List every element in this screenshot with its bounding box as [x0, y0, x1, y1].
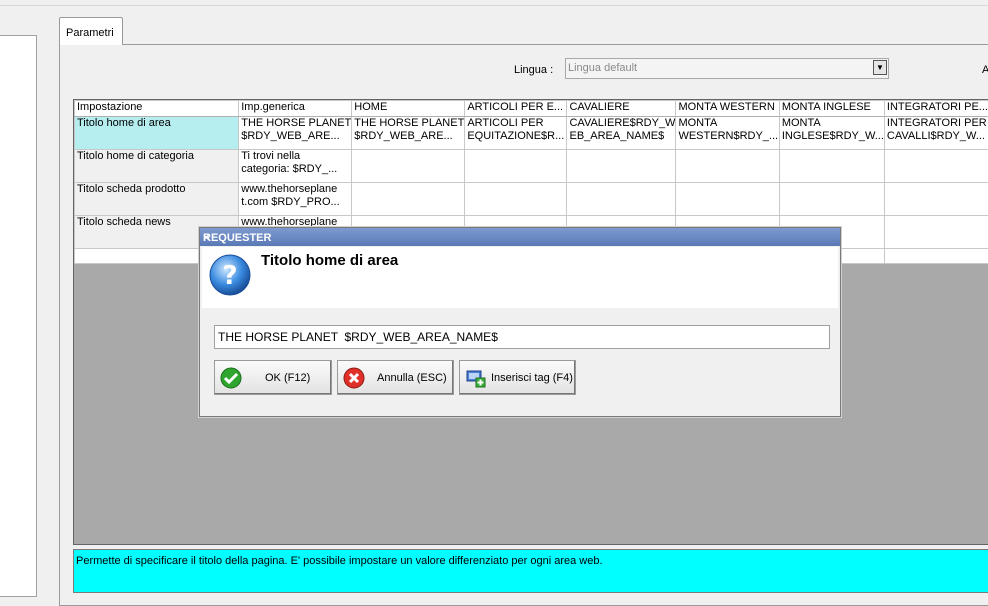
cell-line: www.thehorseplane	[241, 183, 351, 196]
table-cell[interactable]	[567, 183, 676, 216]
help-info-bar: Permette di specificare il titolo della …	[73, 549, 988, 593]
cell-line: ARTICOLI PER	[467, 117, 566, 130]
table-cell[interactable]	[352, 183, 465, 216]
column-header[interactable]: Impostazione	[75, 101, 239, 117]
column-header[interactable]: ARTICOLI PER E...	[465, 101, 567, 117]
insert-tag-button[interactable]: Inserisci tag (F4)	[459, 360, 576, 395]
cell-line: MONTA	[678, 117, 778, 130]
table-row[interactable]: Titolo home di categoriaTi trovi nellaca…	[75, 150, 988, 183]
table-cell[interactable]: MONTAWESTERN$RDY_...	[676, 117, 779, 150]
column-header[interactable]: MONTA INGLESE	[779, 101, 884, 117]
tab-label: Parametri	[66, 27, 114, 39]
table-cell[interactable]: THE HORSE PLANET $RDY_WEB_ARE...	[239, 117, 352, 150]
ok-button[interactable]: OK (F12)	[214, 360, 332, 395]
cell-line: categoria: $RDY_...	[241, 163, 351, 176]
cell-line: CAVALLI$RDY_W...	[887, 130, 988, 143]
table-cell[interactable]	[676, 183, 779, 216]
table-cell[interactable]	[779, 183, 884, 216]
insert-tag-label: Inserisci tag (F4)	[491, 372, 573, 384]
table-cell[interactable]	[884, 216, 988, 249]
column-header[interactable]: MONTA WESTERN	[676, 101, 779, 117]
row-label[interactable]: Titolo home di categoria	[75, 150, 239, 183]
table-cell[interactable]: INTEGRATORI PERCAVALLI$RDY_W...	[884, 117, 988, 150]
column-header[interactable]: CAVALIERE	[567, 101, 676, 117]
dialog-titlebar: REQUESTER ×	[200, 228, 840, 246]
row-label[interactable]: Titolo scheda prodotto	[75, 183, 239, 216]
table-cell[interactable]: CAVALIERE$RDY_WEB_AREA_NAME$	[567, 117, 676, 150]
cancel-label: Annulla (ESC)	[377, 372, 447, 384]
requester-dialog: REQUESTER × ? Titolo home di area THE HO…	[199, 227, 841, 417]
svg-text:?: ?	[222, 261, 237, 291]
cell-line: CAVALIERE$RDY_W	[569, 117, 675, 130]
cut-label: A	[982, 64, 988, 76]
table-cell[interactable]	[465, 150, 567, 183]
table-cell[interactable]	[352, 150, 465, 183]
table-cell[interactable]	[465, 183, 567, 216]
column-header[interactable]: HOME	[352, 101, 465, 117]
dialog-heading: Titolo home di area	[261, 252, 398, 269]
table-cell[interactable]	[779, 150, 884, 183]
cell-line: MONTA	[782, 117, 884, 130]
cell-line: Ti trovi nella	[241, 150, 351, 163]
lingua-select[interactable]: Lingua default ▼	[565, 58, 889, 79]
table-cell[interactable]: www.thehorseplanet.com $RDY_PRO...	[239, 183, 352, 216]
cell-line: INGLESE$RDY_W...	[782, 130, 884, 143]
table-cell[interactable]	[884, 183, 988, 216]
check-icon	[220, 367, 242, 389]
cell-line: EQUITAZIONE$R...	[467, 130, 566, 143]
left-panel	[0, 35, 37, 597]
column-header[interactable]: INTEGRATORI PE...	[884, 101, 988, 117]
tab-parametri[interactable]: Parametri	[59, 17, 123, 45]
table-cell[interactable]	[884, 150, 988, 183]
cell-line: THE HORSE PLANET	[354, 117, 464, 130]
value-input[interactable]: THE HORSE PLANET $RDY_WEB_AREA_NAME$	[214, 325, 830, 349]
table-cell[interactable]	[676, 150, 779, 183]
table-cell[interactable]: MONTAINGLESE$RDY_W...	[779, 117, 884, 150]
lingua-label: Lingua :	[514, 64, 553, 76]
row-label[interactable]: Titolo home di area	[75, 117, 239, 150]
top-menu-strip	[0, 0, 988, 6]
cell-line: $RDY_WEB_ARE...	[354, 130, 464, 143]
dialog-header: ? Titolo home di area	[202, 247, 838, 308]
table-row[interactable]: Titolo scheda prodottowww.thehorseplanet…	[75, 183, 988, 216]
table-cell[interactable]: THE HORSE PLANET $RDY_WEB_ARE...	[352, 117, 465, 150]
lingua-value: Lingua default	[568, 62, 637, 74]
column-header[interactable]: Imp.generica	[239, 101, 352, 117]
grid-header-row: Impostazione Imp.generica HOME ARTICOLI …	[75, 101, 988, 117]
help-text: Permette di specificare il titolo della …	[76, 555, 603, 567]
cancel-button[interactable]: Annulla (ESC)	[337, 360, 454, 395]
cell-line: $RDY_WEB_ARE...	[241, 130, 351, 143]
table-cell[interactable]: Ti trovi nellacategoria: $RDY_...	[239, 150, 352, 183]
chevron-down-icon[interactable]: ▼	[873, 60, 887, 75]
table-cell[interactable]	[884, 249, 988, 264]
question-icon: ?	[208, 253, 252, 297]
ok-label: OK (F12)	[265, 372, 310, 384]
table-row[interactable]: Titolo home di areaTHE HORSE PLANET $RDY…	[75, 117, 988, 150]
cell-line: WESTERN$RDY_...	[678, 130, 778, 143]
cell-line: t.com $RDY_PRO...	[241, 196, 351, 209]
table-cell[interactable]	[567, 150, 676, 183]
cell-line: THE HORSE PLANET	[241, 117, 351, 130]
insert-tag-icon	[465, 367, 487, 389]
cancel-icon	[343, 367, 365, 389]
cell-line: INTEGRATORI PER	[887, 117, 988, 130]
table-cell[interactable]: ARTICOLI PEREQUITAZIONE$R...	[465, 117, 567, 150]
cell-line: EB_AREA_NAME$	[569, 130, 675, 143]
close-icon[interactable]: ×	[203, 232, 834, 244]
